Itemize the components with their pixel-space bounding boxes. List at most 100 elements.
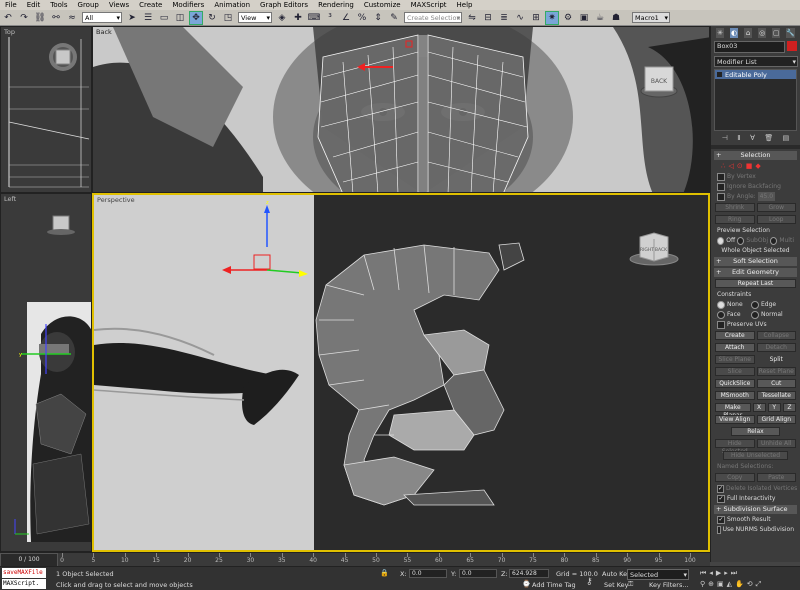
scale-icon[interactable]: ◳	[222, 12, 234, 24]
render-icon[interactable]: ☕	[594, 12, 606, 24]
menu-item-views[interactable]: Views	[104, 0, 134, 10]
macro-dropdown[interactable]: Macro1	[632, 12, 670, 24]
grid-align-button[interactable]: Grid Align	[756, 415, 796, 424]
curve-editor-icon[interactable]: ∿	[514, 12, 526, 24]
set-key-mode-icon[interactable]: ⚿	[628, 580, 633, 589]
viewport-perspective[interactable]: z RIGHT BACK Perspective	[92, 193, 710, 552]
constraint-normal-radio[interactable]	[751, 310, 759, 319]
display-tab-icon[interactable]: ▢	[772, 28, 781, 38]
subdivision-rollout-title[interactable]: Subdivision Surface	[714, 505, 797, 514]
lock-selection-icon[interactable]: 🔒	[380, 569, 389, 577]
slice-plane-button[interactable]: Slice Plane	[715, 355, 755, 364]
stack-expand-icon[interactable]	[717, 72, 722, 77]
select-manipulate-icon[interactable]: ✚	[292, 12, 304, 24]
snap-icon[interactable]: ³	[324, 12, 336, 24]
constraint-face-radio[interactable]	[717, 310, 725, 319]
preview-subobj-radio[interactable]	[737, 236, 745, 245]
menu-item-file[interactable]: File	[0, 0, 22, 10]
utilities-tab-icon[interactable]: 🔧	[786, 28, 796, 38]
menu-item-tools[interactable]: Tools	[45, 0, 72, 10]
show-end-result-icon[interactable]: Ⅱ	[737, 134, 740, 142]
maxscript-listener-bottom[interactable]: MAXScript.	[2, 579, 46, 589]
render-frame-icon[interactable]: ▣	[578, 12, 590, 24]
object-name-field[interactable]: Box03	[714, 41, 785, 53]
maximize-viewport-icon[interactable]: ⤢	[756, 580, 762, 589]
use-nurms-option[interactable]: Use NURMS Subdivision	[717, 525, 794, 534]
make-planar-z-button[interactable]: Z	[782, 403, 797, 412]
copy-button[interactable]: Copy	[715, 473, 755, 482]
menu-item-customize[interactable]: Customize	[359, 0, 406, 10]
collapse-button[interactable]: Collapse	[756, 331, 796, 340]
menu-item-edit[interactable]: Edit	[22, 0, 46, 10]
time-tag-icon[interactable]: ⌚	[522, 580, 531, 588]
paste-button[interactable]: Paste	[756, 473, 796, 482]
menu-item-rendering[interactable]: Rendering	[313, 0, 359, 10]
create-button[interactable]: Create	[715, 331, 755, 340]
key-mode-dropdown[interactable]: Selected	[627, 569, 689, 581]
menu-item-modifiers[interactable]: Modifiers	[167, 0, 209, 10]
pivot-icon[interactable]: ◈	[276, 12, 288, 24]
render-production-icon[interactable]: ☗	[610, 12, 622, 24]
select-icon[interactable]: ➤	[126, 12, 138, 24]
add-time-tag[interactable]: Add Time Tag	[532, 581, 576, 589]
viewport-top[interactable]: Top	[0, 26, 92, 193]
layer-icon[interactable]: ≣	[498, 12, 510, 24]
preview-off-radio[interactable]	[717, 236, 725, 245]
zoom-extents-icon[interactable]: ▣	[717, 580, 724, 589]
ignore-backfacing-option[interactable]: Ignore Backfacing	[717, 182, 794, 191]
polygon-icon[interactable]: ■	[746, 162, 753, 170]
angle-snap-icon[interactable]: ∠	[340, 12, 352, 24]
unlink-icon[interactable]: ⚯	[50, 12, 62, 24]
create-tab-icon[interactable]: ✳	[716, 28, 725, 38]
shrink-button[interactable]: Shrink	[715, 203, 755, 212]
y-field[interactable]: 0.0	[459, 569, 497, 578]
go-to-end-icon[interactable]: ⏭	[731, 569, 737, 578]
move-icon[interactable]: ✥	[189, 10, 203, 25]
vertex-icon[interactable]: ∴	[721, 162, 725, 170]
modifier-list-dropdown[interactable]: Modifier List	[714, 56, 798, 68]
remove-modifier-icon[interactable]: 🗑	[764, 134, 773, 142]
menu-item-maxscript[interactable]: MAXScript	[406, 0, 452, 10]
make-unique-icon[interactable]: ∀	[750, 134, 755, 142]
constraint-edge-radio[interactable]	[751, 300, 759, 309]
timeline-ruler[interactable]: 0 5 10 15 20 25 30 35 40 45 50 55 60 65 70 75 80 85 90 95 10…	[60, 553, 696, 566]
edge-icon[interactable]: ◁	[728, 162, 733, 170]
cut-button[interactable]: Cut	[756, 379, 796, 388]
reference-coord-dropdown[interactable]: View	[238, 12, 272, 24]
element-icon[interactable]: ◆	[755, 162, 760, 170]
viewport-left[interactable]: Left y	[0, 193, 92, 552]
detach-button[interactable]: Detach	[756, 343, 796, 352]
redo-icon[interactable]: ↷	[18, 12, 30, 24]
key-filters-button[interactable]: Key Filters...	[649, 581, 689, 589]
percent-snap-icon[interactable]: %	[356, 12, 368, 24]
set-key-button[interactable]: Set Key	[604, 581, 629, 589]
view-align-button[interactable]: View Align	[715, 415, 755, 424]
named-selection-set-dropdown[interactable]: Create Selection Se	[404, 12, 462, 33]
viewport-back[interactable]: BACK Back	[92, 26, 710, 193]
full-interactivity-option[interactable]: Full Interactivity	[717, 494, 794, 503]
grow-button[interactable]: Grow	[756, 203, 796, 212]
hide-unselected-button[interactable]: Hide Unselected	[723, 451, 788, 460]
menu-item-help[interactable]: Help	[452, 0, 478, 10]
spinner-snap-icon[interactable]: ⇕	[372, 12, 384, 24]
make-planar-y-button[interactable]: Y	[767, 403, 781, 412]
selection-rollout-title[interactable]: Selection	[714, 151, 797, 160]
menu-item-graph-editors[interactable]: Graph Editors	[255, 0, 313, 10]
smooth-result-option[interactable]: Smooth Result	[717, 515, 794, 524]
pin-stack-icon[interactable]: ⊣	[722, 134, 728, 142]
region-icon[interactable]: ▭	[158, 12, 170, 24]
reset-plane-button[interactable]: Reset Plane	[756, 367, 796, 376]
select-by-name-icon[interactable]: ☰	[142, 12, 154, 24]
preserve-uvs-option[interactable]: Preserve UVs	[717, 320, 794, 329]
selection-filter-dropdown[interactable]: All	[82, 12, 122, 24]
soft-selection-rollout-title[interactable]: Soft Selection	[714, 257, 797, 266]
menu-item-create[interactable]: Create	[134, 0, 167, 10]
quickslice-button[interactable]: QuickSlice	[715, 379, 755, 388]
stack-item-editable-poly[interactable]: Editable Poly	[715, 70, 796, 79]
mirror-icon[interactable]: ⇋	[466, 12, 478, 24]
key-icon[interactable]: ⚷	[586, 577, 593, 587]
hide-selected-button[interactable]: Hide Selected	[715, 439, 755, 455]
delete-isolated-option[interactable]: Delete Isolated Vertices	[717, 484, 797, 493]
ring-button[interactable]: Ring	[715, 215, 755, 224]
make-planar-button[interactable]: Make Planar	[715, 403, 751, 419]
